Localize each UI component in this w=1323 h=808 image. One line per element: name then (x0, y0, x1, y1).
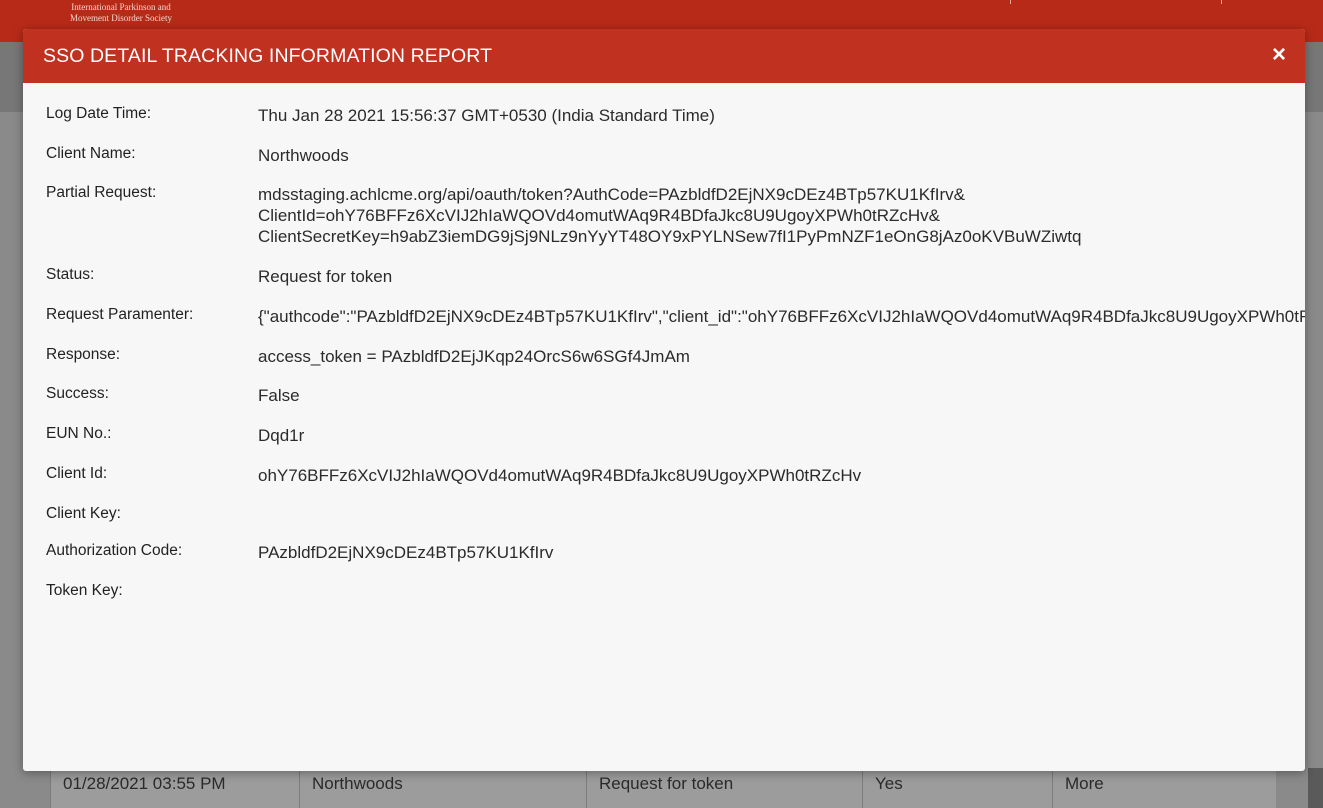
partial-request-line-1: mdsstaging.achlcme.org/api/oauth/token?A… (258, 185, 965, 204)
response-label: Response: (46, 346, 121, 363)
success-value: False (258, 386, 300, 405)
sso-detail-modal: SSO DETAIL TRACKING INFORMATION REPORT ×… (23, 29, 1305, 771)
status-value: Request for token (258, 267, 393, 286)
partial-request-line-2: ClientId=ohY76BFFz6XcVIJ2hIaWQOVd4omutWA… (258, 206, 941, 225)
response-value: access_token = PAzbldfD2EjJKqp24OrcS6w6S… (258, 347, 690, 366)
table-cell-client: Northwoods (300, 768, 587, 808)
success-label: Success: (46, 385, 109, 402)
app-logo[interactable]: International Parkinson and Movement Dis… (66, 2, 176, 24)
partial-request-line-3: ClientSecretKey=h9abZ3iemDG9jSj9NLz9nYyY… (258, 227, 1082, 246)
client-name-label: Client Name: (46, 145, 136, 162)
client-key-label: Client Key: (46, 505, 121, 522)
authorization-code-value: PAzbldfD2EjNX9cDEz4BTp57KU1KfIrv (258, 543, 554, 562)
log-date-time-label: Log Date Time: (46, 105, 152, 122)
client-id-label: Client Id: (46, 465, 108, 482)
token-key-label: Token Key: (46, 582, 123, 599)
request-parameter-label: Request Paramenter: (46, 306, 194, 323)
table-cell-success: Yes (863, 768, 1053, 808)
client-name-value: Northwoods (258, 146, 349, 165)
partial-request-label: Partial Request: (46, 184, 157, 201)
client-id-value: ohY76BFFz6XcVIJ2hIaWQOVd4omutWAq9R4BDfaJ… (258, 466, 862, 485)
more-link[interactable]: More (1053, 768, 1245, 808)
modal-title: SSO DETAIL TRACKING INFORMATION REPORT (43, 45, 493, 67)
table-scrollbar[interactable] (1308, 768, 1323, 808)
eun-no-label: EUN No.: (46, 425, 112, 442)
background-table: 01/28/2021 03:55 PM Northwoods Request f… (50, 768, 1323, 808)
modal-header: SSO DETAIL TRACKING INFORMATION REPORT × (23, 29, 1305, 83)
request-parameter-value: {"authcode":"PAzbldfD2EjNX9cDEz4BTp57KU1… (258, 307, 1305, 326)
log-date-time-value: Thu Jan 28 2021 15:56:37 GMT+0530 (India… (258, 106, 715, 125)
table-row: 01/28/2021 03:55 PM Northwoods Request f… (51, 768, 1259, 808)
close-icon[interactable]: × (1269, 43, 1289, 67)
table-cell-status: Request for token (587, 768, 863, 808)
table-cell-date: 01/28/2021 03:55 PM (51, 768, 300, 808)
app-header-user-menu[interactable] (1010, 0, 1222, 4)
eun-no-value: Dqd1r (258, 426, 305, 445)
status-label: Status: (46, 266, 95, 283)
authorization-code-label: Authorization Code: (46, 542, 183, 559)
